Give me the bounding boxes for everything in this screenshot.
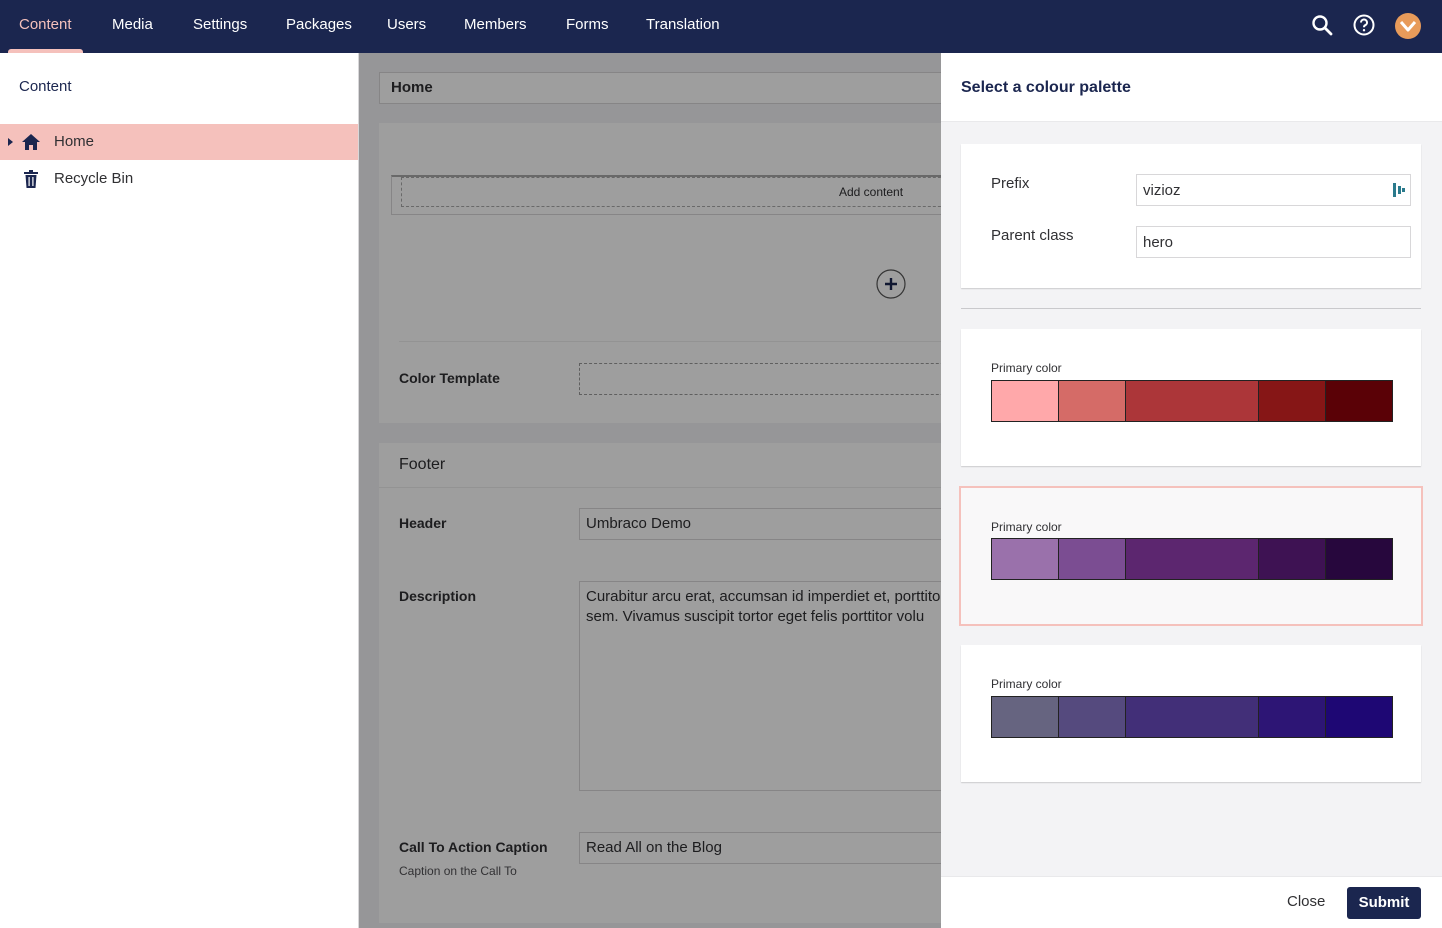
nav-members[interactable]: Members <box>464 16 527 33</box>
nav-packages[interactable]: Packages <box>286 16 352 33</box>
dialog-title: Select a colour palette <box>961 79 1131 96</box>
tree-label-home: Home <box>54 133 95 150</box>
trash-icon <box>24 170 38 188</box>
colour-palette-dialog: Select a colour palette Prefix vizioz Pa… <box>941 53 1442 928</box>
color-swatch <box>1126 697 1259 737</box>
tree-item-recycle-bin[interactable]: Recycle Bin <box>0 161 358 197</box>
color-swatch <box>1126 539 1259 579</box>
palette-label: Primary color <box>991 520 1062 534</box>
prefix-input[interactable]: vizioz <box>1136 174 1411 206</box>
color-swatch <box>1059 381 1126 421</box>
nav-settings[interactable]: Settings <box>193 16 247 33</box>
palette-option-2[interactable]: Primary color <box>959 486 1423 626</box>
color-swatch <box>1259 539 1326 579</box>
sidebar-title: Content <box>19 78 72 95</box>
palette-swatches <box>991 380 1393 422</box>
color-swatch <box>1259 697 1326 737</box>
nav-users[interactable]: Users <box>387 16 426 33</box>
submit-button[interactable]: Submit <box>1347 887 1421 919</box>
color-swatch <box>1259 381 1326 421</box>
color-swatch <box>992 539 1059 579</box>
dialog-header: Select a colour palette <box>941 53 1442 122</box>
palette-option-1[interactable]: Primary color <box>961 329 1421 466</box>
expand-caret-icon[interactable] <box>7 137 15 147</box>
nav-content[interactable]: Content <box>19 16 72 33</box>
palette-swatches <box>991 538 1393 580</box>
tree-label-recycle-bin: Recycle Bin <box>54 170 134 187</box>
dialog-footer: Close Submit <box>941 876 1442 928</box>
search-icon[interactable] <box>1310 13 1334 37</box>
content-tree-sidebar: Content Home Recycle Bin <box>0 53 359 928</box>
parent-class-input[interactable]: hero <box>1136 226 1411 258</box>
user-avatar-icon[interactable] <box>1395 13 1421 39</box>
settings-card: Prefix vizioz Parent class hero <box>961 144 1421 288</box>
color-swatch <box>1326 697 1392 737</box>
color-swatch <box>1326 381 1392 421</box>
color-swatch <box>1059 539 1126 579</box>
nav-translation[interactable]: Translation <box>646 16 720 33</box>
tree-item-home[interactable]: Home <box>0 124 358 160</box>
nav-forms[interactable]: Forms <box>566 16 609 33</box>
help-icon[interactable] <box>1352 13 1376 37</box>
divider <box>961 308 1421 309</box>
palette-swatches <box>991 696 1393 738</box>
password-manager-icon[interactable] <box>1393 183 1405 197</box>
color-swatch <box>1326 539 1392 579</box>
top-navigation-bar: Content Media Settings Packages Users Me… <box>0 0 1442 53</box>
color-swatch <box>992 381 1059 421</box>
color-swatch <box>1059 697 1126 737</box>
nav-media[interactable]: Media <box>112 16 153 33</box>
parent-class-label: Parent class <box>991 227 1074 244</box>
color-swatch <box>1126 381 1259 421</box>
palette-label: Primary color <box>991 361 1062 375</box>
prefix-label: Prefix <box>991 175 1030 192</box>
close-button[interactable]: Close <box>1287 893 1325 910</box>
home-icon <box>22 134 40 150</box>
color-swatch <box>992 697 1059 737</box>
palette-label: Primary color <box>991 677 1062 691</box>
palette-option-3[interactable]: Primary color <box>961 645 1421 782</box>
modal-backdrop[interactable] <box>359 53 942 928</box>
